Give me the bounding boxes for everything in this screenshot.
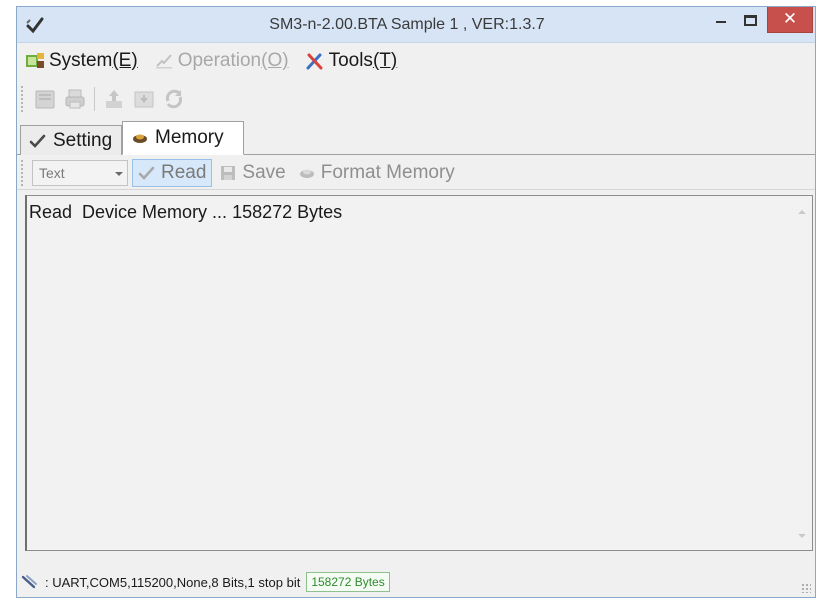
tab-setting[interactable]: Setting — [20, 125, 122, 155]
save-button[interactable]: Save — [214, 159, 290, 187]
status-bar: : UART,COM5,115200,None,8 Bits,1 stop bi… — [17, 567, 815, 597]
menu-tools-label: Tools — [328, 50, 373, 71]
connection-plug-icon — [21, 575, 37, 589]
format-memory-label: Format Memory — [320, 161, 455, 183]
refresh-icon — [165, 89, 183, 109]
main-toolbar — [17, 79, 815, 119]
printer-icon — [65, 89, 85, 109]
read-button[interactable]: Read — [132, 158, 213, 187]
app-checkmark-icon — [25, 15, 45, 35]
scroll-down-icon[interactable] — [798, 534, 806, 538]
memory-chip-icon — [133, 134, 147, 143]
tab-memory[interactable]: Memory — [122, 121, 244, 155]
menu-operation-label: Operation — [177, 50, 262, 71]
format-select-value: Text — [39, 164, 65, 181]
menu-system-label: System — [49, 50, 113, 71]
close-icon: ✕ — [782, 9, 798, 29]
menu-system[interactable]: System (E) — [17, 46, 146, 76]
operation-icon — [155, 54, 172, 69]
tools-icon — [306, 53, 323, 70]
refresh-button[interactable] — [161, 86, 187, 112]
minimize-button[interactable] — [707, 7, 735, 33]
upload-button[interactable] — [101, 86, 127, 112]
menu-system-accesskey: (E) — [112, 50, 138, 71]
maximize-button[interactable] — [735, 7, 765, 33]
download-button[interactable] — [131, 86, 157, 112]
menu-bar: System (E) Operation (O) Tools (T) — [17, 44, 815, 78]
toolbar-grip[interactable] — [21, 86, 24, 112]
connection-status: : UART,COM5,115200,None,8 Bits,1 stop bi… — [45, 574, 301, 590]
printer-button[interactable] — [62, 86, 88, 112]
app-window: SM3-n-2.00.BTA Sample 1 , VER:1.3.7 ✕ Sy… — [16, 6, 816, 598]
minimize-icon — [716, 21, 726, 23]
menu-tools-accesskey: (T) — [372, 50, 398, 71]
toolbar-separator — [94, 87, 95, 111]
download-icon — [134, 91, 154, 108]
menu-operation[interactable]: Operation (O) — [146, 46, 297, 76]
byte-count-badge: 158272 Bytes — [306, 572, 390, 592]
device-icon — [35, 90, 55, 109]
save-button-label: Save — [242, 161, 286, 183]
title-bar[interactable]: SM3-n-2.00.BTA Sample 1 , VER:1.3.7 ✕ — [17, 7, 815, 43]
menu-operation-accesskey: (O) — [261, 50, 289, 71]
resize-grip[interactable] — [801, 583, 811, 593]
memory-toolbar-grip[interactable] — [21, 159, 24, 186]
format-memory-icon — [299, 169, 314, 178]
device-button[interactable] — [32, 86, 58, 112]
read-button-label: Read — [161, 161, 207, 183]
tab-strip: Setting Memory — [17, 121, 815, 155]
read-checkmark-icon — [138, 166, 155, 180]
memory-toolbar: Text Read Save Format Memory — [17, 156, 815, 190]
tab-memory-label: Memory — [155, 127, 224, 148]
maximize-icon — [743, 14, 757, 26]
scroll-up-icon[interactable] — [798, 210, 806, 214]
system-icon — [26, 53, 44, 68]
format-memory-button[interactable]: Format Memory — [293, 159, 460, 187]
window-title: SM3-n-2.00.BTA Sample 1 , VER:1.3.7 — [269, 16, 545, 33]
format-select[interactable]: Text — [32, 159, 128, 186]
output-text: Read Device Memory ... 158272 Bytes — [29, 202, 343, 222]
memory-output-textarea[interactable]: Read Device Memory ... 158272 Bytes — [25, 195, 813, 551]
checkmark-icon — [29, 134, 46, 148]
tab-setting-label: Setting — [53, 129, 113, 151]
upload-icon — [106, 90, 122, 108]
menu-tools[interactable]: Tools (T) — [297, 46, 406, 76]
chevron-down-icon — [115, 171, 123, 176]
save-disk-icon — [221, 165, 236, 180]
close-button[interactable]: ✕ — [767, 7, 813, 33]
